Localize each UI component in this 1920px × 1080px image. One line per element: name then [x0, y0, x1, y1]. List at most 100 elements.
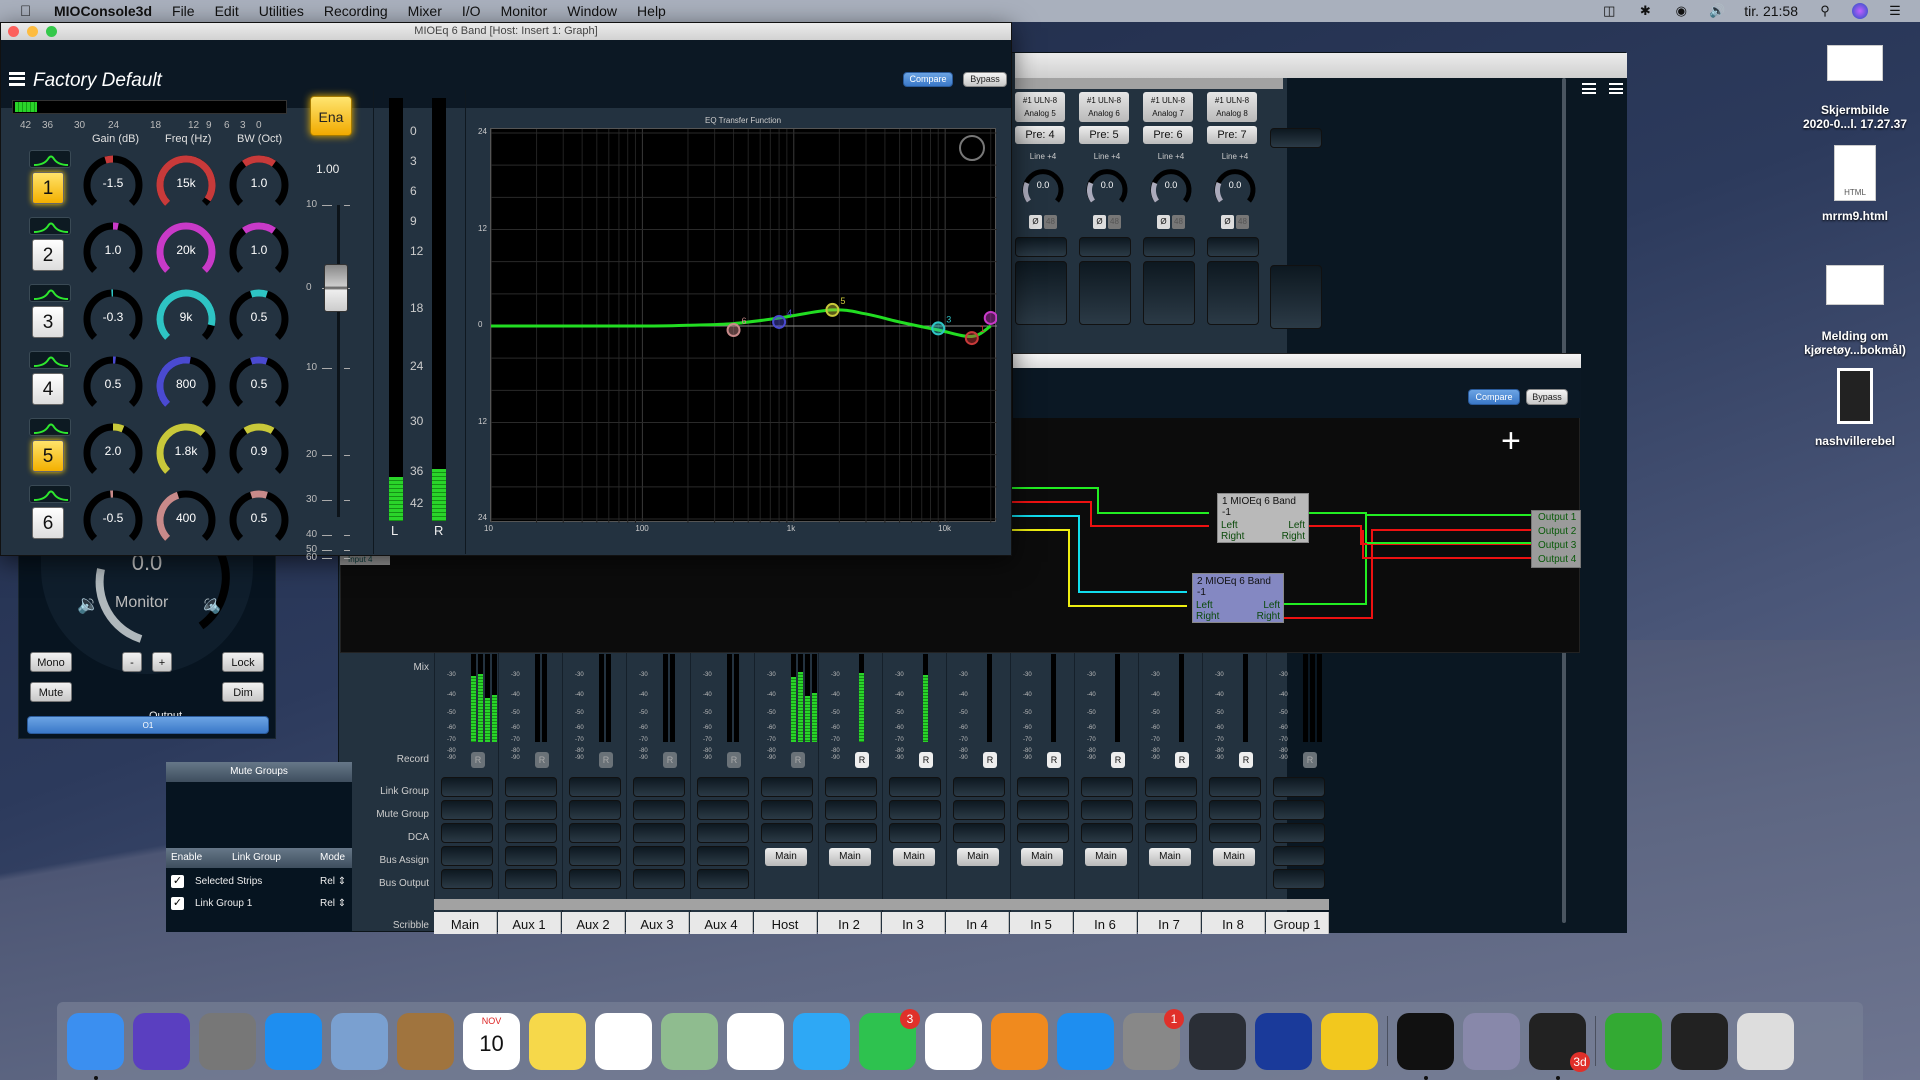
insert-slot[interactable]: [1270, 128, 1322, 148]
desktop-icon-image[interactable]: nashvillerebel: [1790, 368, 1920, 448]
record-arm-button[interactable]: R: [1111, 752, 1125, 768]
band-enable-button[interactable]: 6: [32, 507, 64, 539]
dock-icon-mail[interactable]: [331, 1012, 388, 1070]
dock-icon-cyberduck[interactable]: [1321, 1012, 1378, 1070]
band-enable-button[interactable]: 1: [32, 172, 64, 204]
mute-group-slot[interactable]: [569, 800, 621, 820]
scribble-strip[interactable]: Aux 3: [626, 912, 689, 934]
scribble-strip[interactable]: Group 1: [1266, 912, 1329, 934]
insert-slot[interactable]: [1207, 237, 1259, 257]
output-port-left[interactable]: Left: [1263, 600, 1280, 611]
compare-button[interactable]: Compare: [903, 72, 953, 87]
freq-knob[interactable]: 20k: [153, 219, 219, 285]
bus-assign-button[interactable]: Main: [829, 848, 871, 866]
eq-graph[interactable]: 123456: [490, 128, 1004, 523]
mute-group-slot[interactable]: [1017, 800, 1069, 820]
dock-icon-messages[interactable]: [793, 1012, 850, 1070]
wifi-icon[interactable]: ◉: [1672, 4, 1690, 18]
filter-shape-button[interactable]: [29, 485, 71, 503]
phase-invert-button[interactable]: Ø: [1157, 215, 1170, 229]
filter-shape-button[interactable]: [29, 284, 71, 302]
phase-invert-button[interactable]: Ø: [1221, 215, 1234, 229]
record-arm-button[interactable]: R: [1239, 752, 1253, 768]
mute-group-slot[interactable]: [1081, 800, 1133, 820]
record-arm-button[interactable]: R: [791, 752, 805, 768]
insert-slot[interactable]: [1207, 261, 1259, 325]
record-arm-button[interactable]: R: [855, 752, 869, 768]
spotlight-icon[interactable]: ⚲: [1816, 4, 1834, 18]
trim-knob[interactable]: 0.0: [1085, 165, 1129, 209]
phantom-power-button[interactable]: 48: [1044, 215, 1057, 229]
enable-button[interactable]: Ena: [310, 96, 352, 136]
input-source-button[interactable]: #1 ULN-8 Analog 8: [1207, 92, 1257, 122]
link-group-slot[interactable]: [569, 777, 621, 797]
bw-knob[interactable]: 1.0: [226, 152, 292, 218]
input-port-tag[interactable]: Input 4: [340, 555, 390, 565]
output-port-right[interactable]: Right: [1257, 611, 1280, 622]
record-arm-button[interactable]: R: [919, 752, 933, 768]
output-fader-track[interactable]: [337, 205, 340, 517]
output-port-1[interactable]: Output 1: [1532, 511, 1580, 525]
phantom-power-button[interactable]: 48: [1108, 215, 1121, 229]
gain-knob[interactable]: -0.5: [80, 487, 146, 553]
link-group-slot[interactable]: [505, 777, 557, 797]
bus-assign-slot[interactable]: [569, 846, 621, 866]
trim-knob[interactable]: 0.0: [1021, 165, 1065, 209]
minimize-button[interactable]: [27, 26, 38, 37]
output-block[interactable]: Output 1 Output 2 Output 3 Output 4: [1531, 510, 1581, 568]
input-port-left[interactable]: Left: [1221, 520, 1238, 531]
close-button[interactable]: [8, 26, 19, 37]
output-port-4[interactable]: Output 4: [1532, 553, 1580, 567]
insert-slot[interactable]: [1079, 261, 1131, 325]
filter-shape-button[interactable]: [29, 150, 71, 168]
zoom-magnifier-icon[interactable]: [959, 135, 985, 161]
mute-group-slot[interactable]: [1145, 800, 1197, 820]
mono-button[interactable]: Mono: [30, 652, 72, 672]
bw-knob[interactable]: 0.9: [226, 420, 292, 486]
gain-knob[interactable]: -0.3: [80, 286, 146, 352]
dock-icon-downloads-stack[interactable]: [1605, 1012, 1662, 1070]
insert-slot[interactable]: [1143, 261, 1195, 325]
volume-icon[interactable]: 🔊: [1708, 4, 1726, 18]
dock-icon-audacity[interactable]: [1255, 1012, 1312, 1070]
bw-knob[interactable]: 0.5: [226, 286, 292, 352]
gain-knob[interactable]: 2.0: [80, 420, 146, 486]
gain-knob[interactable]: 0.5: [80, 353, 146, 419]
menu-file[interactable]: File: [172, 3, 195, 19]
insert-slot[interactable]: [1270, 265, 1322, 329]
bus-output-slot[interactable]: [1273, 869, 1325, 889]
output-fader-handle[interactable]: [324, 264, 348, 312]
apple-menu-icon[interactable]: : [20, 3, 40, 20]
mute-group-slot[interactable]: [761, 800, 813, 820]
bus-assign-slot[interactable]: [505, 846, 557, 866]
bus-assign-button[interactable]: Main: [1085, 848, 1127, 866]
dock-icon-siri[interactable]: [133, 1012, 190, 1070]
input-port-left[interactable]: Left: [1196, 600, 1213, 611]
bus-assign-button[interactable]: Main: [1021, 848, 1063, 866]
trim-knob[interactable]: 0.0: [1149, 165, 1193, 209]
scribble-strip[interactable]: In 4: [946, 912, 1009, 934]
bluetooth-icon[interactable]: ✱: [1636, 4, 1654, 18]
insert-slot[interactable]: [1143, 237, 1195, 257]
menu-utilities[interactable]: Utilities: [259, 3, 304, 19]
phantom-power-button[interactable]: 48: [1236, 215, 1249, 229]
scribble-strip[interactable]: Main: [434, 912, 497, 934]
plugin-block-1[interactable]: 1 MIOEq 6 Band -1 Left Left Right Right: [1217, 493, 1309, 543]
preset-menu-icon[interactable]: [9, 72, 25, 86]
phantom-power-button[interactable]: 48: [1172, 215, 1185, 229]
band-enable-button[interactable]: 2: [32, 239, 64, 271]
bypass-button[interactable]: Bypass: [963, 72, 1007, 87]
input-port-right[interactable]: Right: [1221, 531, 1244, 542]
bus-output-slot[interactable]: [569, 869, 621, 889]
bus-assign-button[interactable]: Main: [957, 848, 999, 866]
input-source-button[interactable]: #1 ULN-8 Analog 5: [1015, 92, 1065, 122]
dca-slot[interactable]: [441, 823, 493, 843]
record-arm-button[interactable]: R: [983, 752, 997, 768]
filter-shape-button[interactable]: [29, 217, 71, 235]
scribble-strip[interactable]: Host: [754, 912, 817, 934]
input-source-button[interactable]: #1 ULN-8 Analog 6: [1079, 92, 1129, 122]
preamp-button[interactable]: Pre: 6: [1143, 126, 1193, 144]
mode-select[interactable]: Rel ⇕: [320, 876, 346, 887]
display-mirroring-icon[interactable]: ◫: [1600, 4, 1618, 18]
input-source-button[interactable]: #1 ULN-8 Analog 7: [1143, 92, 1193, 122]
